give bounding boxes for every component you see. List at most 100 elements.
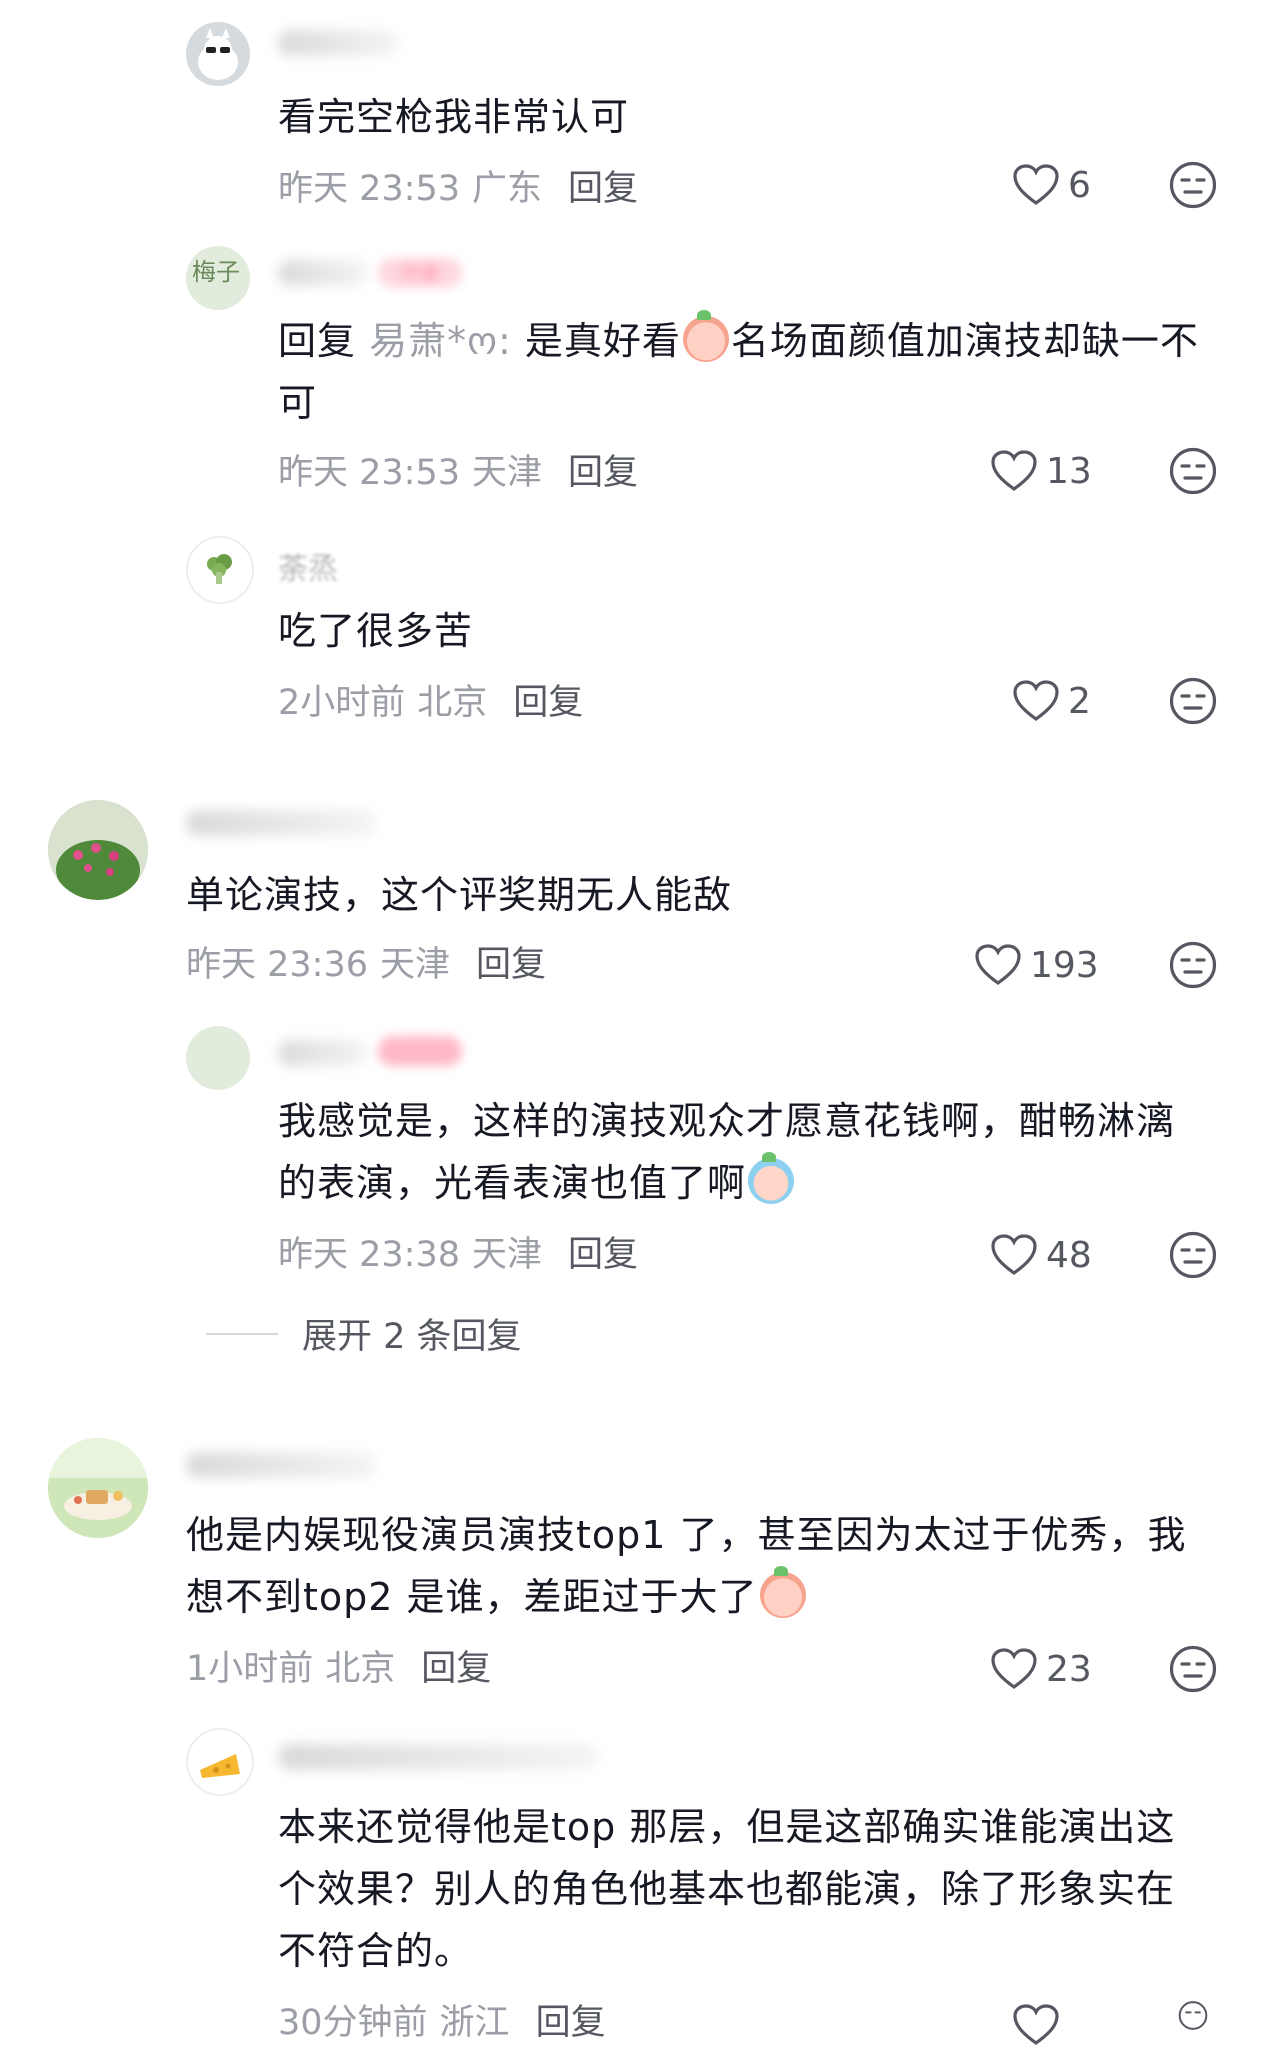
username-blurred[interactable] xyxy=(278,1744,598,1770)
avatar[interactable]: 梅子 xyxy=(186,246,250,310)
dislike-icon[interactable] xyxy=(1168,2000,1218,2031)
comment-meta: 30分钟前 浙江 回复 xyxy=(278,1994,606,2045)
comment-meta: 昨天 23:53 天津 回复 xyxy=(278,444,638,495)
like-count: 6 xyxy=(1068,164,1091,206)
comment-text-part: 是真好看 xyxy=(511,319,681,363)
comment-time: 2小时前 xyxy=(278,683,406,723)
comment-time: 昨天 23:36 xyxy=(186,945,368,985)
avatar[interactable] xyxy=(186,536,254,604)
divider-line xyxy=(206,1332,278,1335)
avatar[interactable] xyxy=(48,1438,148,1538)
reply-to-user[interactable]: 易萧*ო: xyxy=(369,319,512,363)
like-button[interactable]: 6 xyxy=(1012,160,1091,210)
like-count: 2 xyxy=(1068,680,1091,722)
like-button[interactable] xyxy=(1012,2000,1068,2050)
comment-text-part: 名场面颜值加演技却缺一不 xyxy=(730,319,1199,363)
comment-time: 昨天 23:53 xyxy=(278,169,460,209)
reply-button[interactable]: 回复 xyxy=(513,683,583,723)
comment-time: 昨天 23:38 xyxy=(278,1235,460,1275)
like-button[interactable]: 48 xyxy=(990,1230,1092,1280)
heart-icon xyxy=(991,450,1037,491)
author-tag-label: 作者 xyxy=(400,261,440,285)
comment-time: 1小时前 xyxy=(186,1649,314,1689)
expand-replies-button[interactable]: 展开 2 条回复 xyxy=(206,1308,522,1359)
comment-meta: 昨天 23:38 天津 回复 xyxy=(278,1226,638,1277)
comment-location: 天津 xyxy=(380,945,451,985)
dislike-icon[interactable] xyxy=(1168,160,1218,210)
cat-avatar-icon xyxy=(186,22,250,86)
reply-button[interactable]: 回复 xyxy=(568,1235,638,1275)
username[interactable]: 荼烝 xyxy=(278,544,338,588)
expand-replies-label: 展开 2 条回复 xyxy=(302,1317,522,1357)
comment-text: 吃了很多苦 xyxy=(278,609,474,653)
reply-prefix: 回复 xyxy=(278,319,357,363)
heart-icon xyxy=(991,1648,1037,1689)
comment-text: 回复 易萧*ო: 是真好看 名场面颜值加演技却缺一不 可 xyxy=(278,310,1228,434)
like-button[interactable]: 23 xyxy=(990,1644,1092,1694)
avatar[interactable] xyxy=(186,22,250,86)
crying-emoji-icon xyxy=(682,310,729,362)
reply-button[interactable]: 回复 xyxy=(421,1649,491,1689)
comment-text: 单论演技，这个评奖期无人能敌 xyxy=(186,873,733,917)
crying-emoji-icon xyxy=(759,1566,806,1618)
reply-button[interactable]: 回复 xyxy=(568,169,638,209)
comment-time: 昨天 23:53 xyxy=(278,453,460,493)
dislike-icon[interactable] xyxy=(1168,1230,1218,1280)
comment-location: 北京 xyxy=(325,1649,396,1689)
comment-text: 本来还觉得他是top 那层，但是这部确实谁能演出这 个效果？别人的角色他基本也都… xyxy=(278,1796,1228,1982)
broccoli-icon xyxy=(207,554,232,584)
cheese-avatar-icon xyxy=(200,1754,240,1778)
comment-meta: 2小时前 北京 回复 xyxy=(278,674,583,725)
like-button[interactable]: 2 xyxy=(1012,676,1091,726)
heart-icon xyxy=(1013,164,1059,205)
flower-avatar-icon xyxy=(48,800,148,900)
username-blurred[interactable] xyxy=(186,810,376,836)
dislike-icon[interactable] xyxy=(1168,446,1218,496)
comment-meta: 昨天 23:36 天津 回复 xyxy=(186,936,546,987)
comment-time: 30分钟前 xyxy=(278,2003,428,2043)
avatar[interactable] xyxy=(186,1026,250,1090)
username-blurred[interactable] xyxy=(278,1040,368,1066)
comment-location: 北京 xyxy=(417,683,488,723)
author-tag xyxy=(378,1036,462,1066)
heart-icon xyxy=(991,1234,1037,1275)
username-blurred[interactable] xyxy=(186,1452,376,1478)
comment-text-line: 个效果？别人的角色他基本也都能演，除了形象实在 xyxy=(278,1867,1176,1911)
picnic-avatar-icon xyxy=(48,1438,148,1538)
like-count: 23 xyxy=(1046,1648,1092,1690)
avatar[interactable] xyxy=(48,800,148,900)
avatar-image: 梅子 xyxy=(186,246,250,310)
avatar[interactable] xyxy=(186,1728,254,1796)
comment-meta: 昨天 23:53 广东 回复 xyxy=(278,160,638,211)
dislike-icon[interactable] xyxy=(1168,1644,1218,1694)
comment-text-line: 不符合的。 xyxy=(278,1929,474,1973)
dislike-icon[interactable] xyxy=(1168,940,1218,990)
comment-text-line: 我感觉是，这样的演技观众才愿意花钱啊，酣畅淋漓 xyxy=(278,1099,1176,1143)
like-count: 13 xyxy=(1046,450,1092,492)
comment-location: 广东 xyxy=(472,169,543,209)
avatar-text: 梅子 xyxy=(192,258,240,286)
comment-text-line: 他是内娱现役演员演技top1 了，甚至因为太过于优秀，我 xyxy=(186,1513,1187,1557)
dislike-icon[interactable] xyxy=(1168,676,1218,726)
heart-icon xyxy=(1013,680,1059,721)
comment-location: 天津 xyxy=(472,1235,543,1275)
comment-text: 我感觉是，这样的演技观众才愿意花钱啊，酣畅淋漓 的表演，光看表演也值了啊 xyxy=(278,1090,1228,1214)
comment-meta: 1小时前 北京 回复 xyxy=(186,1640,491,1691)
reply-button[interactable]: 回复 xyxy=(476,945,546,985)
heart-icon xyxy=(1013,2004,1059,2045)
like-button[interactable]: 13 xyxy=(990,446,1092,496)
comment-location: 浙江 xyxy=(439,2003,510,2043)
comment-text: 看完空枪我非常认可 xyxy=(278,95,630,139)
crying-emoji-icon xyxy=(748,1152,795,1204)
comment-text-line: 本来还觉得他是top 那层，但是这部确实谁能演出这 xyxy=(278,1805,1176,1849)
comment-location: 天津 xyxy=(472,453,543,493)
heart-icon xyxy=(975,944,1021,985)
username-blurred[interactable] xyxy=(278,30,398,56)
comment-text-part: 可 xyxy=(278,381,318,425)
comment-text-line: 的表演，光看表演也值了啊 xyxy=(278,1161,747,1205)
reply-button[interactable]: 回复 xyxy=(568,453,638,493)
like-button[interactable]: 193 xyxy=(974,940,1099,990)
username-blurred[interactable] xyxy=(278,260,368,286)
reply-button[interactable]: 回复 xyxy=(536,2003,606,2043)
like-count: 193 xyxy=(1030,944,1099,986)
